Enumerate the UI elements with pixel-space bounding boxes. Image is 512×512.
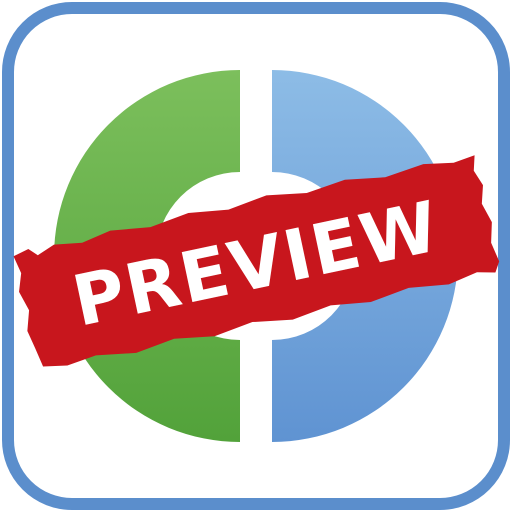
app-icon-graphic: PREVIEW <box>2 2 510 510</box>
app-icon: PREVIEW <box>0 0 512 512</box>
